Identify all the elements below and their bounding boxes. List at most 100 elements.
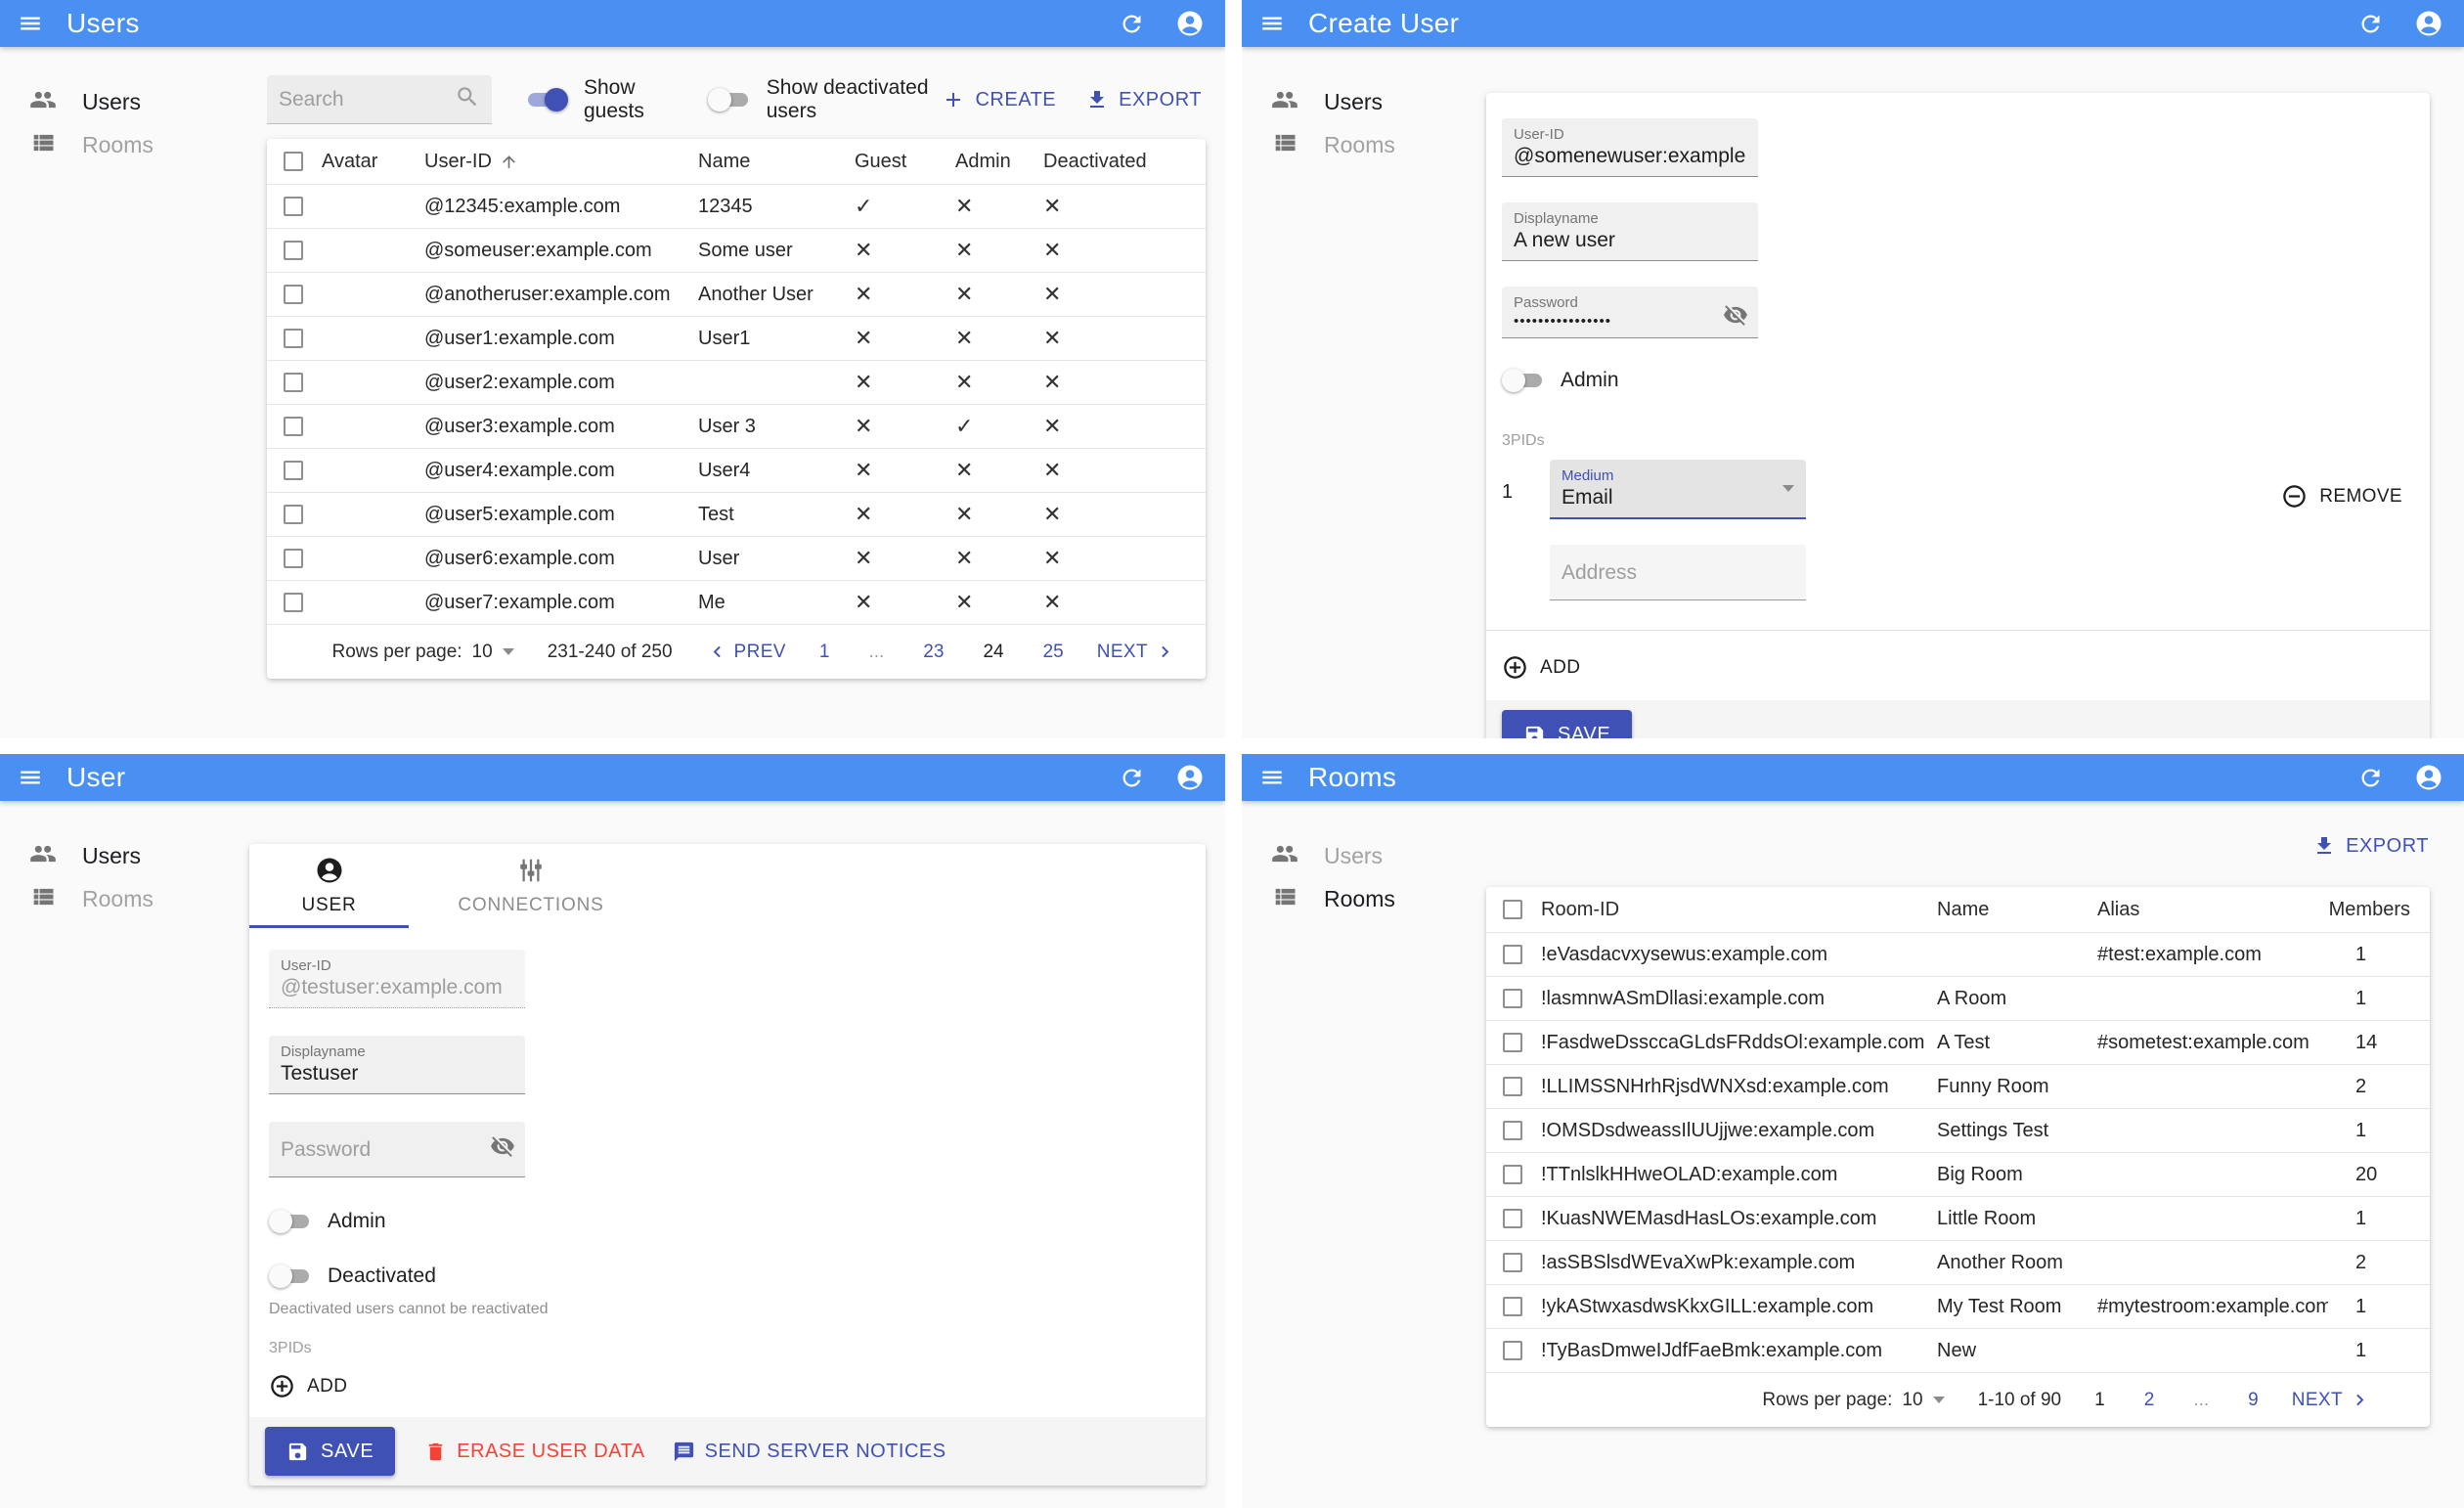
account-icon[interactable] [1172, 6, 1208, 41]
table-row[interactable]: @user1:example.com User1 ✕ ✕ ✕ [267, 316, 1206, 360]
rows-per-page-select[interactable]: Rows per page: 10 [331, 642, 514, 663]
sidebar-item-rooms[interactable]: Rooms [0, 877, 249, 920]
sidebar-item-users[interactable]: Users [0, 834, 249, 877]
tab-connections[interactable]: CONNECTIONS [409, 844, 653, 928]
address-input[interactable] [1562, 559, 1794, 586]
row-checkbox[interactable] [1503, 1209, 1522, 1228]
sidebar-item-users[interactable]: Users [1242, 80, 1486, 123]
row-checkbox[interactable] [1503, 1297, 1522, 1316]
table-row[interactable]: @user6:example.com User ✕ ✕ ✕ [267, 536, 1206, 580]
refresh-icon[interactable] [1114, 6, 1149, 41]
sidebar-item-rooms[interactable]: Rooms [0, 123, 249, 166]
row-checkbox[interactable] [1503, 1121, 1522, 1140]
row-checkbox[interactable] [1503, 1341, 1522, 1360]
sidebar-item-rooms[interactable]: Rooms [1242, 123, 1486, 166]
select-all-checkbox[interactable] [284, 152, 303, 171]
menu-icon[interactable] [1255, 7, 1289, 40]
password-input[interactable] [1514, 311, 1713, 331]
table-row[interactable]: !eVasdacvxysewus:example.com #test:exampl… [1486, 932, 2430, 976]
table-row[interactable]: @someuser:example.com Some user ✕ ✕ ✕ [267, 228, 1206, 272]
password-input[interactable] [281, 1136, 480, 1163]
table-row[interactable]: @user2:example.com ✕ ✕ ✕ [267, 360, 1206, 404]
prev-button[interactable]: PREV [706, 641, 786, 663]
row-checkbox[interactable] [1503, 989, 1522, 1008]
row-checkbox[interactable] [284, 197, 303, 216]
table-row[interactable]: !TTnlslkHHweOLAD:example.com Big Room 20 [1486, 1152, 2430, 1196]
visibility-off-icon[interactable] [490, 1133, 515, 1164]
save-button[interactable]: SAVE [1502, 710, 1633, 738]
select-all-checkbox[interactable] [1503, 900, 1522, 919]
table-row[interactable]: @user7:example.com Me ✕ ✕ ✕ [267, 580, 1206, 624]
table-row[interactable]: !FasdweDssccaGLdsFRddsOl:example.com A Te… [1486, 1020, 2430, 1064]
table-row[interactable]: !ykAStwxasdwsKkxGILL:example.com My Test … [1486, 1284, 2430, 1328]
next-button[interactable]: NEXT [1097, 641, 1176, 663]
send-server-notices-button[interactable]: SEND SERVER NOTICES [673, 1441, 946, 1463]
table-row[interactable]: !lasmnwASmDllasi:example.com A Room 1 [1486, 976, 2430, 1020]
add-threepid-button[interactable]: ADD [1502, 654, 2414, 681]
row-checkbox[interactable] [284, 241, 303, 260]
table-row[interactable]: @user3:example.com User 3 ✕ ✓ ✕ [267, 404, 1206, 448]
rows-per-page-select[interactable]: Rows per page: 10 [1762, 1390, 1945, 1411]
show-deactivated-toggle[interactable]: Show deactivated users [707, 76, 943, 123]
save-button[interactable]: SAVE [265, 1427, 396, 1476]
create-button[interactable]: CREATE [942, 88, 1056, 111]
user-id-field[interactable]: User-ID [1502, 118, 1758, 177]
menu-icon[interactable] [14, 7, 47, 40]
page-link[interactable]: 2 [2144, 1390, 2155, 1411]
search-input[interactable] [279, 87, 455, 111]
next-button[interactable]: NEXT [2292, 1389, 2371, 1411]
col-user-id[interactable]: User-ID [424, 151, 698, 173]
table-row[interactable]: !OMSDsdweassIlUUjjwe:example.com Settings… [1486, 1108, 2430, 1152]
account-icon[interactable] [2411, 6, 2446, 41]
page-link[interactable]: 1 [819, 642, 830, 663]
table-row[interactable]: @anotheruser:example.com Another User ✕ ✕ ✕ [267, 272, 1206, 316]
row-checkbox[interactable] [284, 373, 303, 392]
menu-icon[interactable] [14, 761, 47, 794]
address-field[interactable] [1550, 545, 1806, 600]
row-checkbox[interactable] [1503, 1033, 1522, 1052]
table-row[interactable]: @user5:example.com Test ✕ ✕ ✕ [267, 492, 1206, 536]
password-field[interactable]: Password [1502, 287, 1758, 338]
page-link[interactable]: 25 [1043, 642, 1064, 663]
row-checkbox[interactable] [284, 593, 303, 612]
row-checkbox[interactable] [1503, 1077, 1522, 1096]
displayname-field[interactable]: Displayname [269, 1036, 525, 1094]
show-guests-toggle[interactable]: Show guests [525, 76, 675, 123]
displayname-input[interactable] [281, 1060, 513, 1087]
medium-select[interactable]: Medium [1550, 460, 1806, 519]
tab-user[interactable]: USER [249, 844, 409, 928]
row-checkbox[interactable] [284, 285, 303, 304]
row-checkbox[interactable] [1503, 945, 1522, 964]
page-link[interactable]: 23 [923, 642, 944, 663]
account-icon[interactable] [1172, 760, 1208, 795]
deactivated-toggle[interactable]: Deactivated [269, 1264, 1186, 1289]
add-threepid-button[interactable]: ADD [269, 1373, 1186, 1399]
admin-toggle[interactable]: Admin [1502, 368, 2414, 393]
sidebar-item-users[interactable]: Users [1242, 834, 1486, 877]
table-row[interactable]: !KuasNWEMasdHasLOs:example.com Little Roo… [1486, 1196, 2430, 1240]
row-checkbox[interactable] [1503, 1253, 1522, 1272]
table-row[interactable]: !LLIMSSNHrhRjsdWNXsd:example.com Funny Ro… [1486, 1064, 2430, 1108]
export-button[interactable]: EXPORT [2312, 834, 2429, 858]
remove-threepid-button[interactable]: REMOVE [2281, 483, 2402, 510]
menu-icon[interactable] [1255, 761, 1289, 794]
displayname-field[interactable]: Displayname [1502, 202, 1758, 261]
refresh-icon[interactable] [1114, 760, 1149, 795]
visibility-off-icon[interactable] [1723, 302, 1748, 333]
row-checkbox[interactable] [284, 505, 303, 524]
row-checkbox[interactable] [284, 329, 303, 348]
refresh-icon[interactable] [2353, 6, 2388, 41]
account-icon[interactable] [2411, 760, 2446, 795]
sidebar-item-users[interactable]: Users [0, 80, 249, 123]
page-link[interactable]: 9 [2248, 1390, 2259, 1411]
table-row[interactable]: !asSBSlsdWEvaXwPk:example.com Another Roo… [1486, 1240, 2430, 1284]
export-button[interactable]: EXPORT [1085, 88, 1202, 111]
row-checkbox[interactable] [284, 461, 303, 480]
row-checkbox[interactable] [1503, 1165, 1522, 1184]
erase-user-data-button[interactable]: ERASE USER DATA [424, 1441, 644, 1463]
admin-toggle[interactable]: Admin [269, 1209, 1186, 1234]
row-checkbox[interactable] [284, 549, 303, 568]
table-row[interactable]: @12345:example.com 12345 ✓ ✕ ✕ [267, 184, 1206, 228]
user-id-input[interactable] [1514, 143, 1746, 169]
password-field[interactable] [269, 1122, 525, 1177]
